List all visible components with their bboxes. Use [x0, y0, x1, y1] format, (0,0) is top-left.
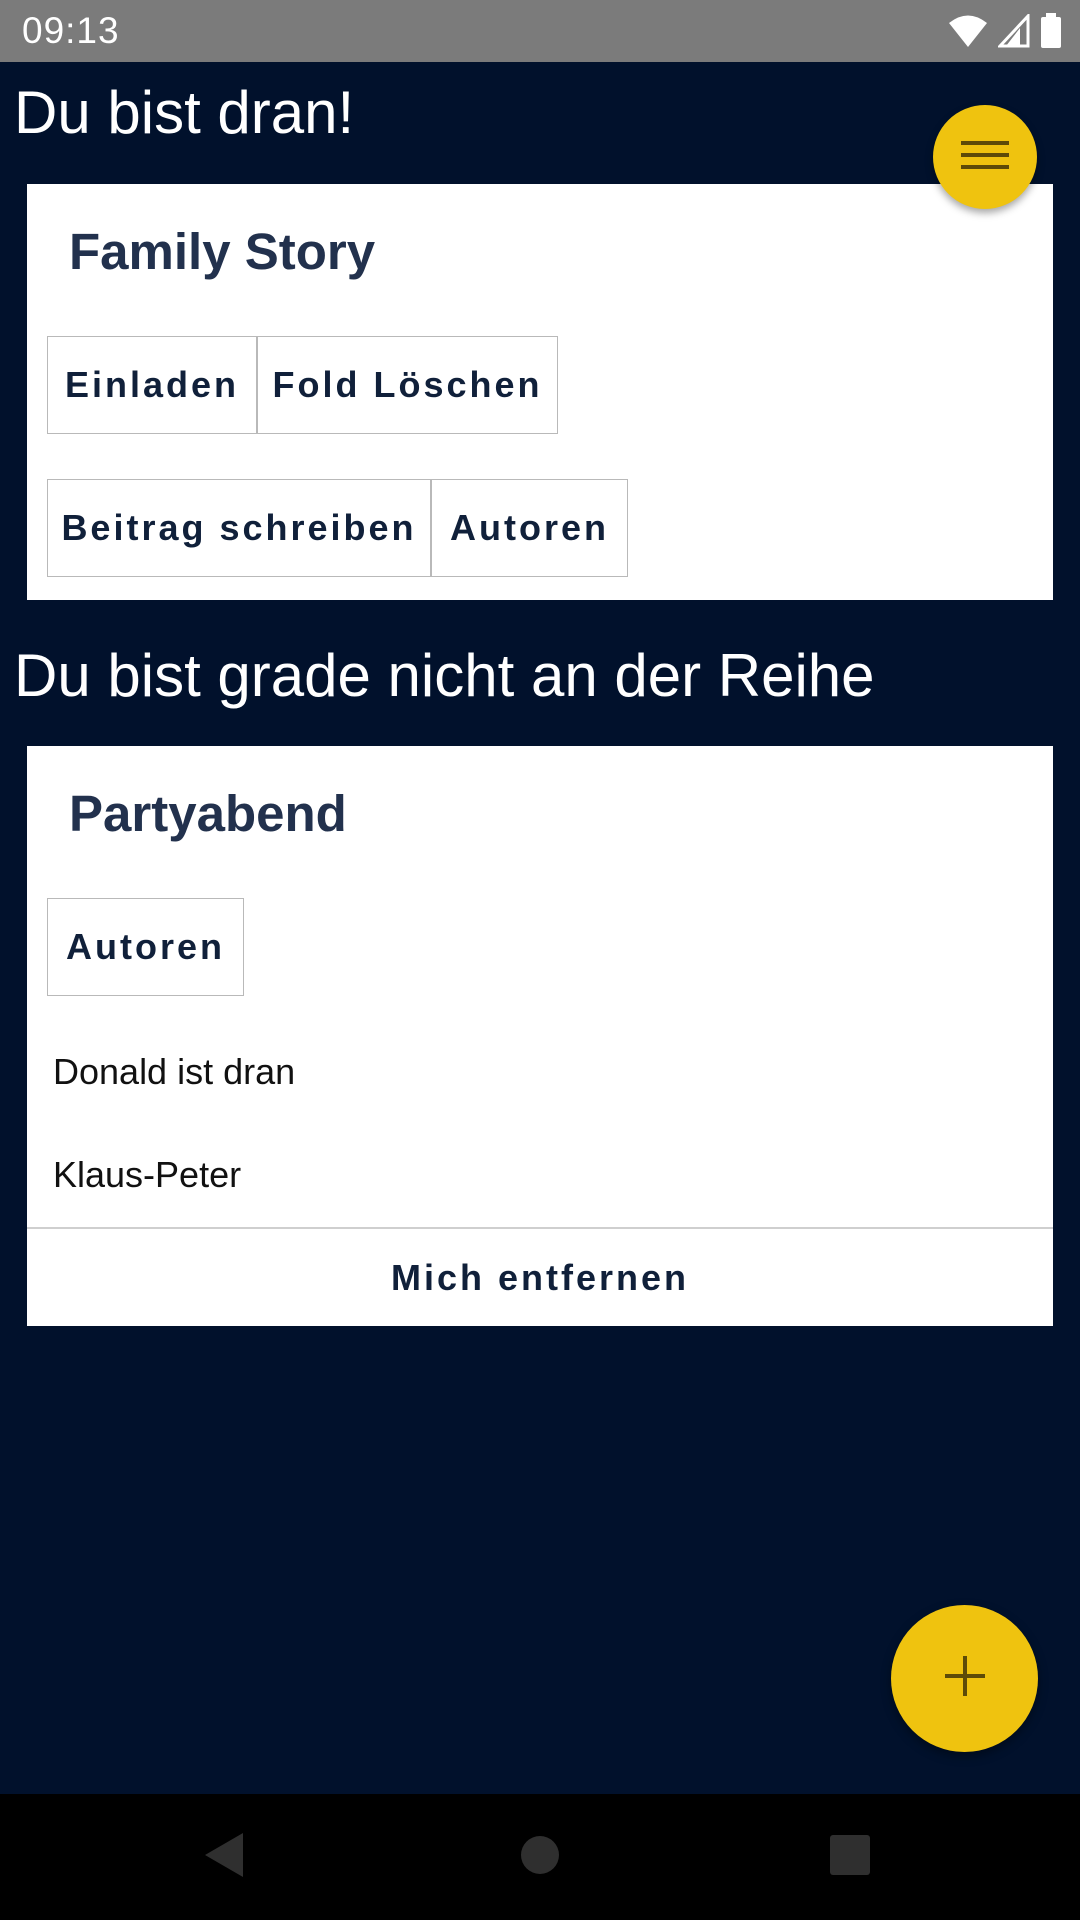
authors-button[interactable]: Autoren — [431, 479, 628, 577]
home-button[interactable] — [505, 1794, 575, 1920]
navigation-bar — [0, 1794, 1080, 1920]
invite-button[interactable]: Einladen — [47, 336, 257, 434]
card-title: Partyabend — [69, 785, 347, 842]
story-card-partyabend: Partyabend Autoren Donald ist dran Klaus… — [27, 746, 1053, 1326]
status-time: 09:13 — [22, 10, 120, 51]
authors-button[interactable]: Autoren — [47, 898, 244, 996]
battery-icon — [1040, 13, 1062, 49]
menu-button[interactable] — [933, 105, 1037, 209]
wifi-icon — [948, 14, 988, 48]
section-title-not-my-turn: Du bist grade nicht an der Reihe — [14, 642, 875, 709]
delete-fold-button[interactable]: Fold Löschen — [257, 336, 558, 434]
author-item-current: Donald ist dran — [53, 1051, 296, 1092]
status-icons — [948, 12, 1062, 50]
back-icon — [205, 1832, 245, 1882]
plus-icon — [944, 1656, 985, 1701]
section-title-my-turn: Du bist dran! — [14, 79, 355, 146]
write-post-button[interactable]: Beitrag schreiben — [47, 479, 431, 577]
remove-me-button[interactable]: Mich entfernen — [27, 1229, 1053, 1326]
recents-icon — [830, 1834, 870, 1880]
status-bar: 09:13 — [0, 0, 1080, 62]
card-title: Family Story — [69, 223, 376, 280]
menu-icon — [961, 138, 1009, 177]
cell-signal-icon — [998, 14, 1030, 48]
add-story-button[interactable] — [891, 1605, 1038, 1752]
recents-button[interactable] — [815, 1794, 885, 1920]
story-card-family-story: Family Story Einladen Fold Löschen Beitr… — [27, 184, 1053, 600]
back-button[interactable] — [190, 1794, 260, 1920]
author-item: Klaus-Peter — [53, 1154, 242, 1195]
home-icon — [520, 1835, 560, 1880]
